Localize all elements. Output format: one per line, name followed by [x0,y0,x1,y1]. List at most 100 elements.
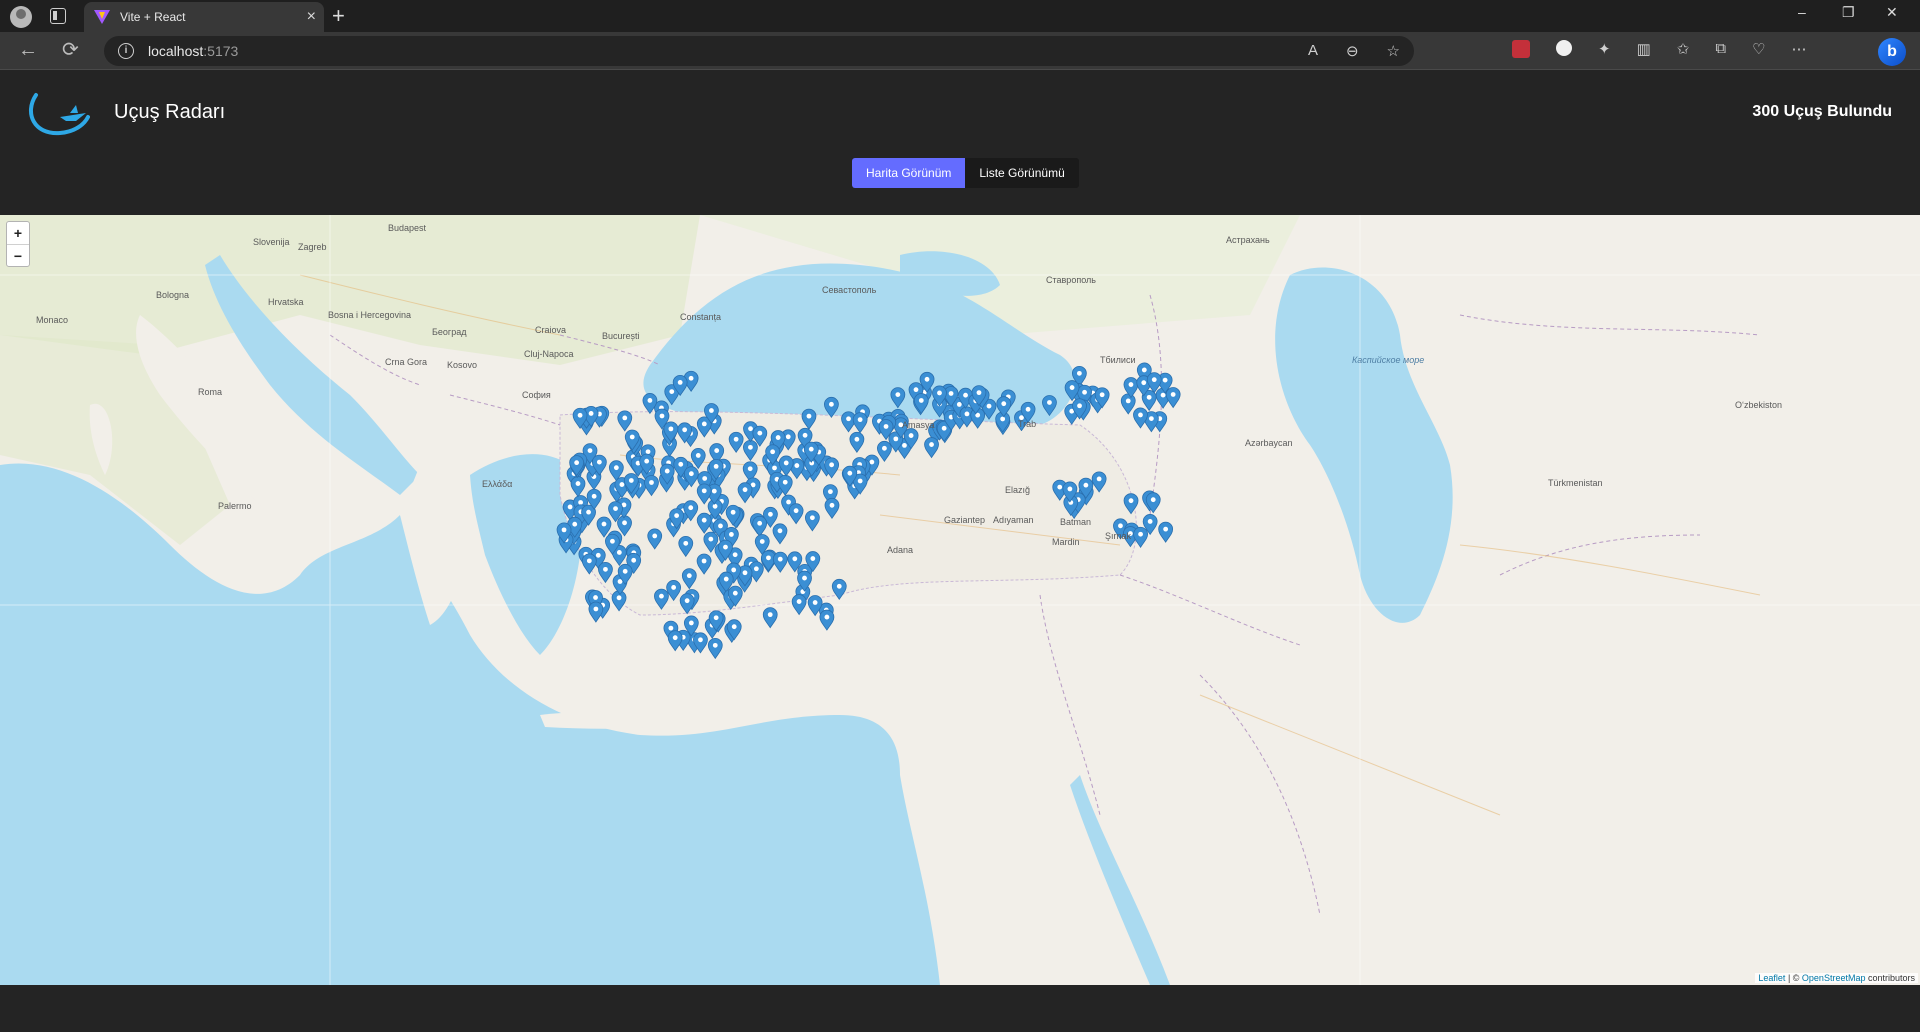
health-icon[interactable]: ♡ [1752,40,1765,58]
flight-marker-dot [770,449,776,455]
flight-marker-dot [1000,416,1006,422]
flight-marker-dot [596,459,602,465]
flight-marker-dot [712,503,718,509]
extensions-toolbar: ✦ ▥ ✩ ⧉ ♡ ⋯ [1512,40,1807,58]
flight-marker-dot [1170,392,1176,397]
flight-marker-dot [1138,531,1143,537]
flight-marker-dot [649,480,654,485]
zoom-in-button[interactable]: + [7,222,29,244]
osm-link[interactable]: OpenStreetMap [1802,973,1866,983]
flight-map[interactable]: Budapest Београд București Cluj-Napoca C… [0,215,1920,985]
bing-copilot-icon[interactable]: b [1878,38,1906,66]
flight-marker-dot [683,540,689,546]
profile-avatar[interactable] [10,6,32,28]
flight-marker-dot [672,635,678,641]
vite-icon [94,10,110,24]
split-screen-icon[interactable]: ▥ [1637,40,1651,58]
flight-marker-dot [669,389,675,394]
map-label: Crna Gora [385,357,428,367]
collections-icon[interactable]: ⧉ [1715,40,1726,58]
more-menu-icon[interactable]: ⋯ [1792,40,1807,58]
flight-marker-dot [772,465,777,471]
flight-marker-dot [747,466,753,472]
flight-marker-dot [713,615,719,621]
flight-marker-dot [712,642,718,648]
flight-marker-dot [753,566,759,572]
flight-marker-dot [1057,484,1063,490]
tab-actions-icon[interactable] [50,8,66,24]
browser-tab-bar: Vite + React × + – ❐ ✕ [0,0,1920,32]
map-label: Trab [1018,419,1037,429]
flight-marker-dot [567,504,573,510]
site-info-icon[interactable]: i [118,43,134,59]
flight-marker-dot [986,403,992,409]
flight-marker-dot [976,390,982,396]
flight-marker-dot [963,392,968,398]
minimize-icon[interactable]: – [1798,4,1806,20]
flight-marker-dot [664,468,670,474]
tab-title: Vite + React [120,10,186,24]
extension-red-icon[interactable] [1512,40,1530,58]
map-label: София [522,390,551,400]
url-bar[interactable]: i localhost:5173 A ⊖ ☆ [104,36,1414,66]
flight-count: 300 Uçuş Bulundu [1752,103,1892,120]
zoom-out-button[interactable]: − [7,244,29,266]
browser-tab[interactable]: Vite + React × [84,2,324,32]
flight-marker-dot [668,426,674,432]
read-aloud-icon[interactable]: A [1308,42,1318,60]
map-label: Monaco [36,315,69,325]
flight-marker-dot [561,527,567,533]
flight-marker-dot [777,556,783,562]
map-label: Севастополь [822,285,877,295]
flight-marker-dot [808,446,814,452]
leaflet-link[interactable]: Leaflet [1758,973,1785,983]
flight-marker-dot [601,521,607,527]
flight-marker-dot [1148,416,1154,422]
flight-marker-dot [810,556,816,561]
flight-marker-dot [688,505,694,511]
flight-marker-dot [574,460,580,466]
extension-white-icon[interactable] [1556,40,1572,56]
tab-close-icon[interactable]: × [307,2,316,32]
restore-icon[interactable]: ❐ [1842,4,1855,21]
view-toggle: Harita Görünüm Liste Görünümü [852,158,1079,188]
app-title: Uçuş Radarı [114,101,226,123]
flight-marker-dot [695,453,701,458]
zoom-control: + − [6,221,30,267]
flight-marker-dot [806,413,812,419]
flight-marker-dot [622,568,628,574]
flight-marker-dot [1141,380,1147,386]
flight-marker-dot [829,502,835,508]
close-window-icon[interactable]: ✕ [1886,4,1898,21]
flight-marker-dot [732,552,738,558]
flight-marker-dot [1151,377,1157,383]
flight-marker-dot [785,434,791,440]
new-tab-button[interactable]: + [332,4,345,28]
flight-marker-dot [723,544,728,550]
list-view-button[interactable]: Liste Görünümü [965,158,1079,188]
map-label: Budapest [388,223,427,233]
favorite-star-icon[interactable]: ☆ [1387,42,1400,60]
map-label: Mardin [1052,537,1080,547]
flight-marker-dot [586,509,591,515]
flight-marker-dot [591,493,597,499]
flight-marker-dot [671,585,677,590]
flight-marker-dot [652,533,658,539]
map-label: Adana [887,545,914,555]
flight-marker-dot [748,444,753,450]
map-label: Тбилиси [1100,355,1136,365]
flight-marker-dot [1125,398,1131,404]
zoom-out-icon[interactable]: ⊖ [1346,42,1359,60]
refresh-icon[interactable]: ⟳ [62,38,79,62]
favorites-icon[interactable]: ✩ [1677,40,1690,58]
flight-marker-dot [702,476,708,481]
flight-marker-dot [857,478,863,484]
flight-marker-dot [1077,403,1082,409]
flight-marker-dot [742,570,748,576]
flight-marker-dot [792,556,798,562]
map-view-button[interactable]: Harita Görünüm [852,158,966,188]
back-icon[interactable]: ← [18,38,38,62]
map-label: Hrvatska [268,297,304,307]
extensions-puzzle-icon[interactable]: ✦ [1598,40,1611,58]
map-label: Constanța [680,312,722,322]
